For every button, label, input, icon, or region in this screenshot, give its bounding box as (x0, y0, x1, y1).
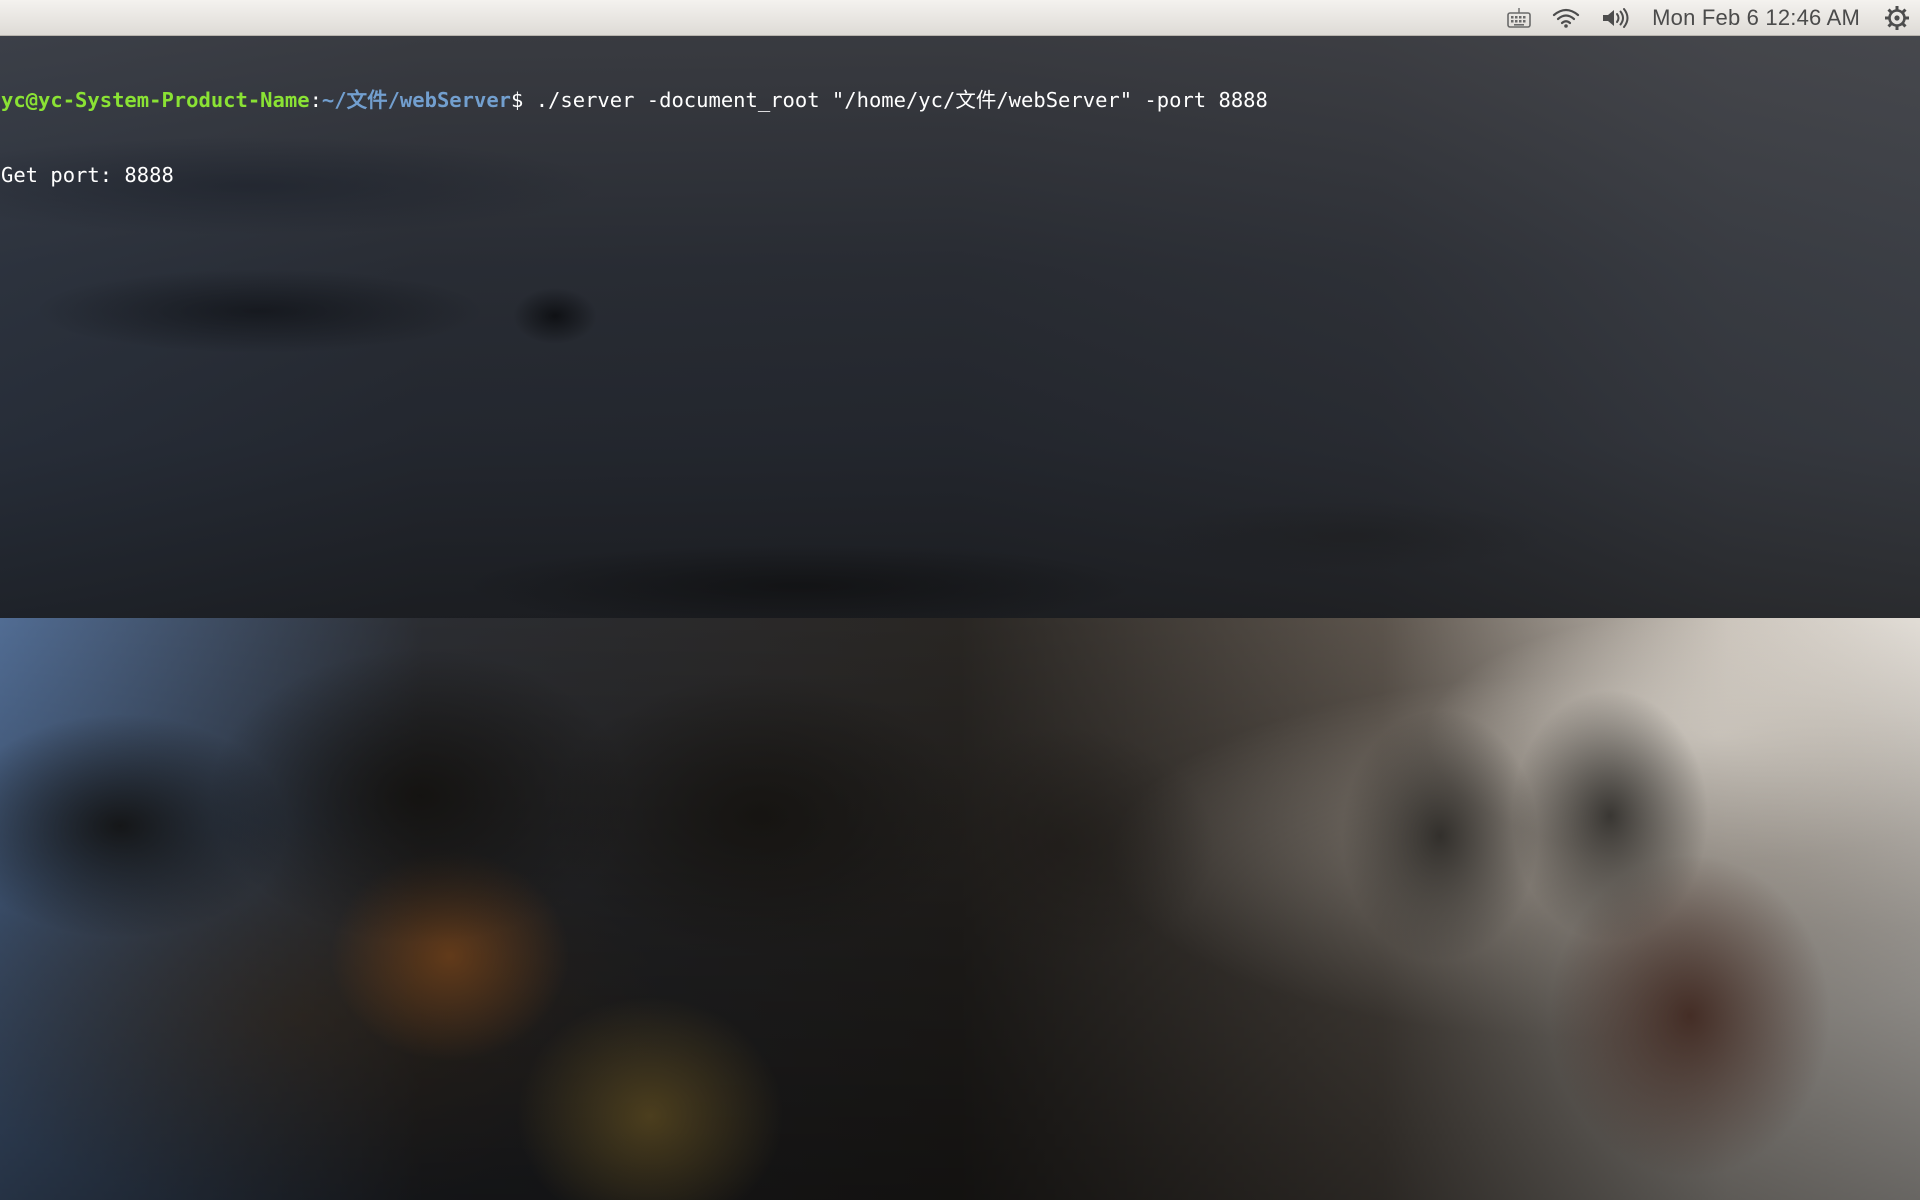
prompt-separator: : (309, 88, 322, 112)
terminal-output-line: Get port: 8888 (1, 163, 174, 187)
indicator-area: Mon Feb 6 12:46 AM (1496, 0, 1920, 36)
terminal-command-line: yc@yc-System-Product-Name:~/文件/webServer… (1, 88, 1920, 113)
session-menu[interactable] (1874, 0, 1920, 36)
keyboard-indicator[interactable] (1496, 0, 1542, 36)
wifi-icon (1552, 7, 1580, 29)
desktop-wallpaper: yc@yc-System-Product-Name:~/文件/webServer… (0, 36, 1920, 1200)
gear-icon (1884, 5, 1910, 31)
prompt-path: ~/文件/webServer (321, 88, 512, 112)
terminal-command: ./server -document_root "/home/yc/文件/web… (535, 88, 1268, 112)
prompt-user-host: yc@yc-System-Product-Name (1, 88, 310, 112)
top-panel: Mon Feb 6 12:46 AM (0, 0, 1920, 36)
prompt-symbol: $ (511, 88, 536, 112)
clock[interactable]: Mon Feb 6 12:46 AM (1640, 0, 1874, 36)
network-indicator[interactable] (1542, 0, 1590, 36)
volume-icon (1600, 7, 1630, 29)
keyboard-icon (1506, 7, 1532, 29)
terminal-window[interactable]: yc@yc-System-Product-Name:~/文件/webServer… (0, 36, 1920, 618)
sound-indicator[interactable] (1590, 0, 1640, 36)
wallpaper-forest (0, 596, 1920, 1200)
